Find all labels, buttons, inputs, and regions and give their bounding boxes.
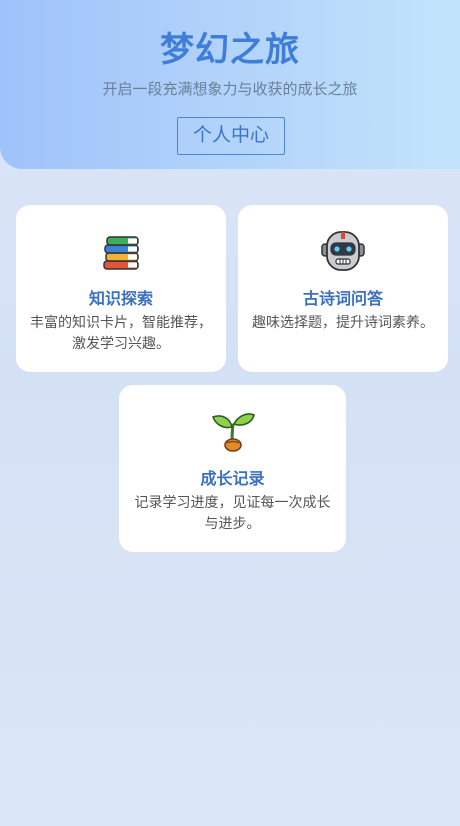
card-title: 成长记录 — [200, 469, 265, 488]
card-title: 古诗词问答 — [302, 289, 383, 308]
card-title: 知识探索 — [88, 289, 153, 308]
page-subtitle: 开启一段充满想象力与收获的成长之旅 — [102, 80, 358, 98]
profile-center-button[interactable]: 个人中心 — [177, 117, 285, 155]
card-description: 记录学习进度，见证每一次成长与进步。 — [134, 495, 331, 532]
seedling-icon — [210, 407, 256, 453]
page-title: 梦幻之旅 — [160, 30, 300, 70]
card-knowledge-explore[interactable]: 知识探索 丰富的知识卡片，智能推荐，激发学习兴趣。 — [16, 205, 226, 372]
card-poetry-quiz[interactable]: 古诗词问答 趣味选择题，提升诗词素养。 — [238, 205, 448, 372]
hero-header: 梦幻之旅 开启一段充满想象力与收获的成长之旅 个人中心 — [0, 0, 460, 169]
card-growth-record[interactable]: 成长记录 记录学习进度，见证每一次成长与进步。 — [119, 385, 346, 552]
books-icon — [98, 227, 144, 273]
robot-icon — [320, 227, 366, 273]
card-description: 丰富的知识卡片，智能推荐，激发学习兴趣。 — [30, 315, 212, 352]
card-description: 趣味选择题，提升诗词素养。 — [252, 315, 434, 331]
